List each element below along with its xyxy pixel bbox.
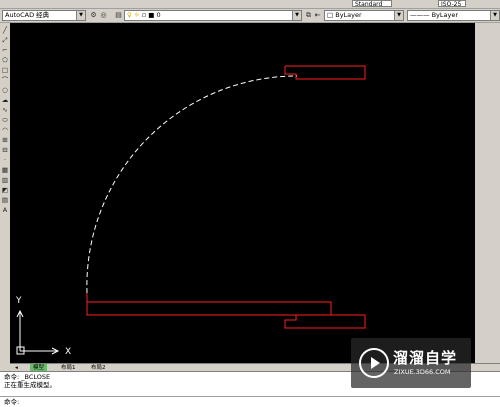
color-label: ByLayer <box>335 11 362 19</box>
workspace-dropdown[interactable]: AutoCAD 经典 ▼ <box>2 10 86 21</box>
insert-block-icon[interactable]: ⊞ <box>1 136 9 144</box>
ucs-y-label: Y <box>15 296 22 306</box>
drawing-canvas[interactable]: Y X <box>10 23 475 363</box>
make-current-layer-icon[interactable]: ⧉ <box>304 11 313 20</box>
door-leaf-bottom <box>86 293 332 316</box>
ellipse-arc-tool-icon[interactable]: ◠ <box>1 126 9 134</box>
layer-manager-icon[interactable]: ▤ <box>114 11 123 20</box>
door-frame-top <box>284 65 366 80</box>
watermark-title: 溜溜自学 <box>393 349 458 367</box>
region-tool-icon[interactable]: ◩ <box>1 186 9 194</box>
ucs-icon <box>16 309 60 355</box>
hatch-tool-icon[interactable]: ▦ <box>1 166 9 174</box>
vertical-scrollbar[interactable] <box>475 23 500 363</box>
top-toolbar-strip: Standard ISO-25 <box>0 0 500 9</box>
linetype-dropdown[interactable]: ——— ByLayer ▼ <box>407 10 500 21</box>
drawing-svg: Y X <box>15 65 366 357</box>
construction-line-icon[interactable]: ⤢ <box>1 36 9 44</box>
door-swing-arc <box>86 75 298 294</box>
gear-icon[interactable]: ⚙ <box>89 11 98 20</box>
dim-style-field[interactable]: ISO-25 <box>438 0 466 8</box>
ucs-x-label: X <box>65 347 71 357</box>
command-history-line-2: 正在重生成模型。 <box>4 381 56 389</box>
chevron-down-icon: ▼ <box>394 11 403 20</box>
layer-previous-icon[interactable]: ⇤ <box>313 11 322 20</box>
arc-tool-icon[interactable]: ⌒ <box>1 76 9 84</box>
properties-toolbar: AutoCAD 经典 ▼ ⚙ ◎ ▤ ♀ ☼ ▫ ■ 0 ▼ ⧉ ⇤ □ ByL… <box>0 9 500 23</box>
workspace-label: AutoCAD 经典 <box>5 11 50 19</box>
table-tool-icon[interactable]: ▤ <box>1 196 9 204</box>
chevron-down-icon: ▼ <box>292 11 301 20</box>
command-separator <box>0 396 500 397</box>
point-tool-icon[interactable]: · <box>1 156 9 164</box>
spline-tool-icon[interactable]: ∿ <box>1 106 9 114</box>
make-block-icon[interactable]: ⊟ <box>1 146 9 154</box>
revcloud-tool-icon[interactable]: ☁ <box>1 96 9 104</box>
lock-icon: ▫ <box>141 11 147 19</box>
play-logo-icon <box>359 348 389 378</box>
color-swatch-icon: ■ <box>148 11 155 19</box>
chevron-down-icon: ▼ <box>76 11 85 20</box>
rectangle-tool-icon[interactable]: □ <box>1 66 9 74</box>
circle-tool-icon[interactable]: ○ <box>1 86 9 94</box>
layer-dropdown[interactable]: ♀ ☼ ▫ ■ 0 ▼ <box>124 10 302 21</box>
text-style-field[interactable]: Standard <box>352 0 392 8</box>
gradient-tool-icon[interactable]: ▥ <box>1 176 9 184</box>
color-dropdown[interactable]: □ ByLayer ▼ <box>324 10 404 21</box>
color-box-icon: □ <box>327 11 334 19</box>
workspace-settings-icon[interactable]: ◎ <box>99 11 108 20</box>
command-history-line-1: 命令: _BCLOSE <box>4 373 51 381</box>
chevron-down-icon: ▼ <box>490 11 499 20</box>
watermark: 溜溜自学 ZIXUE.3D66.COM <box>351 338 471 388</box>
sun-icon: ☼ <box>133 11 140 19</box>
door-frame-bottom <box>284 314 366 329</box>
lightbulb-icon: ♀ <box>127 11 132 19</box>
linetype-preview-icon: ——— <box>410 11 430 19</box>
linetype-label: ByLayer <box>431 11 459 19</box>
layer-name: 0 <box>156 11 161 19</box>
watermark-url: ZIXUE.3D66.COM <box>394 368 451 376</box>
ellipse-tool-icon[interactable]: ⬭ <box>1 116 9 124</box>
line-tool-icon[interactable]: ╱ <box>1 26 9 34</box>
polyline-tool-icon[interactable]: ⌐ <box>1 46 9 54</box>
multiline-text-icon[interactable]: A <box>1 206 9 214</box>
polygon-tool-icon[interactable]: ⬠ <box>1 56 9 64</box>
command-prompt[interactable]: 命令: <box>4 398 19 406</box>
